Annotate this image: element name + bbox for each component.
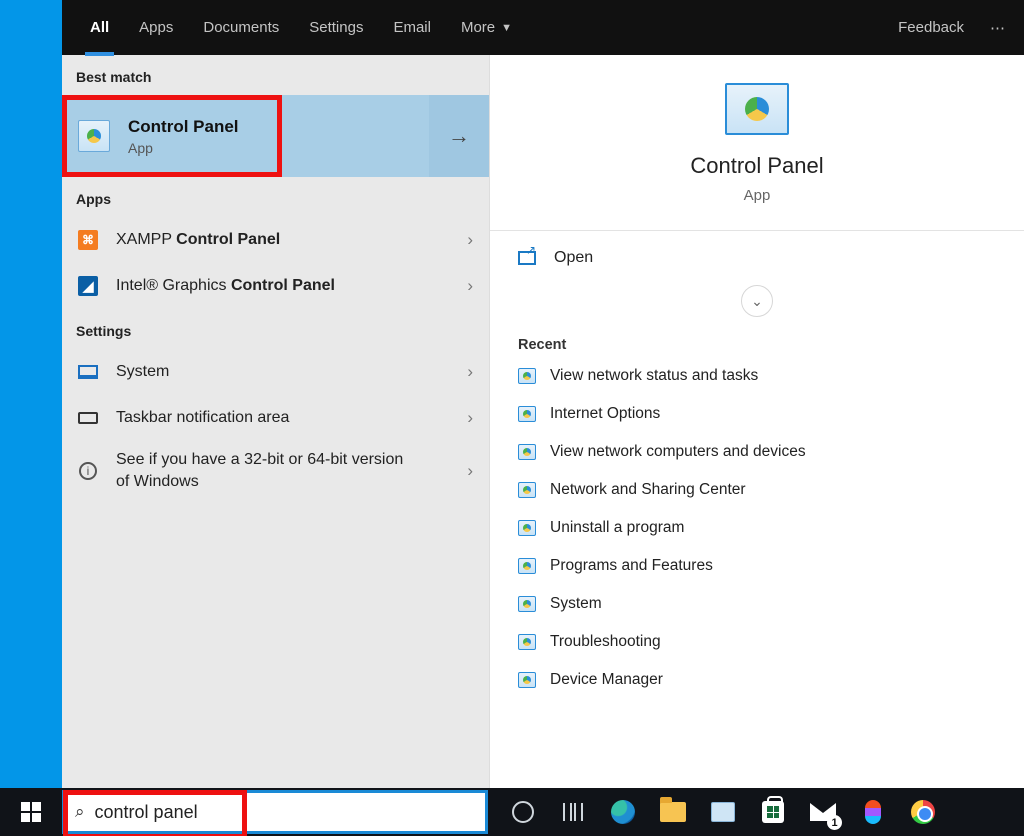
search-tabs: All Apps Documents Settings Email More▼ bbox=[80, 0, 522, 55]
control-panel-icon bbox=[518, 672, 536, 688]
taskbar-icon bbox=[78, 412, 98, 424]
recent-header: Recent bbox=[490, 327, 1024, 357]
chevron-right-icon: › bbox=[467, 408, 473, 428]
tab-documents[interactable]: Documents bbox=[193, 0, 289, 55]
recent-view-network-computers[interactable]: View network computers and devices bbox=[490, 433, 1024, 471]
notepad-icon bbox=[711, 802, 735, 822]
control-panel-icon bbox=[518, 444, 536, 460]
recent-uninstall-program[interactable]: Uninstall a program bbox=[490, 509, 1024, 547]
control-panel-icon bbox=[518, 482, 536, 498]
apps-header: Apps bbox=[62, 177, 489, 217]
best-match-header: Best match bbox=[62, 55, 489, 95]
start-button[interactable] bbox=[0, 788, 62, 836]
open-action[interactable]: Open bbox=[490, 231, 1024, 285]
notepad-button[interactable] bbox=[708, 797, 738, 827]
best-match-result[interactable]: Control Panel App bbox=[62, 95, 429, 177]
edge-button[interactable] bbox=[608, 797, 638, 827]
control-panel-icon bbox=[78, 120, 110, 152]
xampp-icon: ⌘ bbox=[78, 230, 98, 250]
recent-device-manager[interactable]: Device Manager bbox=[490, 661, 1024, 699]
best-match-title: Control Panel bbox=[128, 117, 239, 137]
task-view-button[interactable] bbox=[558, 797, 588, 827]
search-header: All Apps Documents Settings Email More▼ … bbox=[62, 0, 1024, 55]
control-panel-icon bbox=[725, 83, 789, 135]
control-panel-icon bbox=[518, 558, 536, 574]
chevron-down-icon: ▼ bbox=[501, 22, 512, 34]
preview-title: Control Panel bbox=[690, 153, 823, 179]
control-panel-icon bbox=[518, 406, 536, 422]
expand-actions-button[interactable]: ⌄ bbox=[741, 285, 773, 317]
recent-network-sharing-center[interactable]: Network and Sharing Center bbox=[490, 471, 1024, 509]
results-column: Best match Control Panel App → Apps ⌘ bbox=[62, 55, 490, 788]
best-match-expand-arrow[interactable]: → bbox=[429, 95, 489, 177]
microsoft-store-button[interactable] bbox=[758, 797, 788, 827]
mail-badge: 1 bbox=[827, 815, 842, 830]
search-input[interactable] bbox=[95, 802, 475, 823]
figma-button[interactable] bbox=[858, 797, 888, 827]
cortana-icon bbox=[512, 801, 534, 823]
figma-icon bbox=[865, 800, 881, 824]
tab-more[interactable]: More▼ bbox=[451, 0, 522, 55]
options-menu-icon[interactable]: ⋯ bbox=[990, 19, 1006, 37]
best-match-row: Control Panel App → bbox=[62, 95, 489, 177]
info-icon: i bbox=[79, 462, 97, 480]
search-icon: ⌕ bbox=[75, 802, 85, 822]
control-panel-icon bbox=[518, 596, 536, 612]
taskbar-search-box[interactable]: ⌕ bbox=[62, 790, 488, 834]
settings-header: Settings bbox=[62, 309, 489, 349]
tab-apps[interactable]: Apps bbox=[129, 0, 183, 55]
tab-email[interactable]: Email bbox=[383, 0, 441, 55]
windows-icon bbox=[21, 802, 41, 822]
tab-settings[interactable]: Settings bbox=[299, 0, 373, 55]
folder-icon bbox=[660, 802, 686, 822]
chrome-button[interactable] bbox=[908, 797, 938, 827]
chevron-right-icon: › bbox=[467, 230, 473, 250]
preview-subtitle: App bbox=[744, 187, 771, 204]
store-icon bbox=[762, 801, 784, 823]
chevron-right-icon: › bbox=[467, 461, 473, 481]
edge-icon bbox=[611, 800, 635, 824]
desktop-background-strip bbox=[0, 0, 62, 788]
taskbar: ⌕ 1 bbox=[0, 788, 1024, 836]
chrome-icon bbox=[911, 800, 935, 824]
control-panel-icon bbox=[518, 520, 536, 536]
recent-view-network-status[interactable]: View network status and tasks bbox=[490, 357, 1024, 395]
taskbar-pinned-apps: 1 bbox=[508, 788, 938, 836]
result-taskbar-notification-area[interactable]: Taskbar notification area › bbox=[62, 395, 489, 441]
chevron-right-icon: › bbox=[467, 362, 473, 382]
cortana-button[interactable] bbox=[508, 797, 538, 827]
chevron-right-icon: › bbox=[467, 276, 473, 296]
tab-all[interactable]: All bbox=[80, 0, 119, 55]
preview-pane: Control Panel App Open ⌄ Recent View net… bbox=[490, 55, 1024, 788]
task-view-icon bbox=[563, 803, 583, 821]
result-32-64-bit[interactable]: i See if you have a 32-bit or 64-bit ver… bbox=[62, 441, 489, 500]
recent-system[interactable]: System bbox=[490, 585, 1024, 623]
intel-icon: ◢ bbox=[78, 276, 98, 296]
mail-button[interactable]: 1 bbox=[808, 797, 838, 827]
result-intel-graphics-control-panel[interactable]: ◢ Intel® Graphics Control Panel › bbox=[62, 263, 489, 309]
result-system[interactable]: System › bbox=[62, 349, 489, 395]
control-panel-icon bbox=[518, 368, 536, 384]
recent-programs-features[interactable]: Programs and Features bbox=[490, 547, 1024, 585]
recent-troubleshooting[interactable]: Troubleshooting bbox=[490, 623, 1024, 661]
feedback-link[interactable]: Feedback bbox=[898, 19, 964, 36]
control-panel-icon bbox=[518, 634, 536, 650]
monitor-icon bbox=[78, 365, 98, 379]
best-match-subtitle: App bbox=[128, 140, 239, 156]
result-xampp-control-panel[interactable]: ⌘ XAMPP Control Panel › bbox=[62, 217, 489, 263]
file-explorer-button[interactable] bbox=[658, 797, 688, 827]
recent-internet-options[interactable]: Internet Options bbox=[490, 395, 1024, 433]
search-flyout: All Apps Documents Settings Email More▼ … bbox=[62, 0, 1024, 788]
open-icon bbox=[518, 251, 536, 265]
